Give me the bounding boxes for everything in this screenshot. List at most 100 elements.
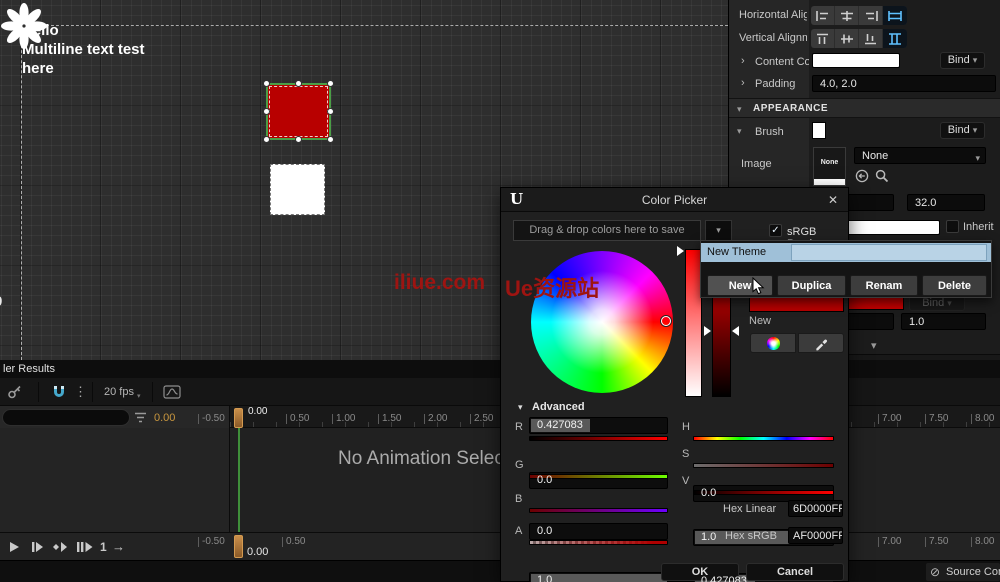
loop-once-icon[interactable]: 1 bbox=[100, 540, 107, 554]
jump-to-next-key-button[interactable] bbox=[52, 541, 68, 553]
tint-color-swatch[interactable] bbox=[837, 220, 940, 235]
wheel-selector-ring[interactable] bbox=[661, 316, 671, 326]
hex-linear-field[interactable]: 6D0000FF bbox=[788, 500, 843, 517]
padding-field[interactable]: 4.0, 2.0 bbox=[812, 75, 996, 92]
content-color-swatch[interactable] bbox=[812, 53, 900, 68]
white-image-widget[interactable] bbox=[270, 164, 325, 215]
advanced-expander-icon[interactable]: ▾ bbox=[518, 402, 523, 413]
curve-editor-icon[interactable] bbox=[163, 384, 181, 400]
b-slider[interactable]: 0.0 bbox=[529, 523, 668, 540]
text-line: here bbox=[22, 59, 145, 78]
brush-expander-icon[interactable]: ▾ bbox=[737, 126, 742, 137]
ruler-tick: 0.50 bbox=[286, 414, 309, 424]
image-size-y-field[interactable]: 32.0 bbox=[907, 194, 985, 211]
horizontal-alignment-label: Horizontal Alignm bbox=[739, 9, 807, 21]
theme-name-row[interactable]: New Theme bbox=[701, 243, 991, 262]
content-color-bind-button[interactable]: Bind ▾ bbox=[940, 52, 985, 69]
theme-name-edit-field[interactable] bbox=[791, 244, 987, 261]
r-slider[interactable]: 0.427083 bbox=[529, 417, 668, 434]
srgb-preview-checkbox[interactable]: ✓ bbox=[769, 224, 782, 237]
b-gradient-bar[interactable] bbox=[529, 508, 668, 513]
step-forward-button[interactable] bbox=[30, 541, 44, 553]
playhead-time-label: 0.00 bbox=[248, 406, 267, 417]
selection-handle[interactable] bbox=[263, 80, 270, 87]
fps-dropdown[interactable]: 20 fps bbox=[104, 386, 134, 398]
brush-swatch[interactable] bbox=[812, 122, 826, 139]
fps-caret-icon: ▾ bbox=[137, 392, 141, 400]
brush-label: Brush bbox=[755, 126, 809, 138]
theme-delete-button[interactable]: Delete bbox=[922, 275, 987, 296]
playhead-line[interactable] bbox=[238, 428, 240, 532]
selection-handle[interactable] bbox=[327, 108, 334, 115]
snap-magnet-icon[interactable] bbox=[51, 384, 67, 400]
use-selected-asset-icon[interactable] bbox=[855, 169, 869, 183]
section-chevron-icon[interactable]: ▾ bbox=[871, 339, 877, 352]
selection-handle[interactable] bbox=[263, 136, 270, 143]
playhead-marker[interactable] bbox=[234, 408, 243, 428]
r-gradient-bar[interactable] bbox=[529, 436, 668, 441]
track-search-input[interactable] bbox=[2, 409, 130, 426]
source-control-button[interactable]: ⊘ Source Con bbox=[926, 563, 1000, 581]
s-gradient-bar[interactable] bbox=[693, 463, 834, 468]
ruler-tick: 2.00 bbox=[424, 414, 447, 424]
selection-handle[interactable] bbox=[327, 80, 334, 87]
alpha-field[interactable]: 1.0 bbox=[901, 313, 986, 330]
valign-fill-button[interactable] bbox=[883, 29, 907, 48]
jump-to-end-button[interactable] bbox=[76, 541, 94, 553]
compiler-results-tab[interactable]: ler Results bbox=[3, 363, 55, 375]
selection-handle[interactable] bbox=[327, 136, 334, 143]
g-slider-label: G bbox=[515, 459, 524, 471]
play-button[interactable] bbox=[8, 541, 22, 553]
ruler-tick: 1.50 bbox=[378, 414, 401, 424]
s-slider[interactable]: 1.0 bbox=[693, 529, 834, 546]
halign-left-button[interactable] bbox=[811, 6, 835, 25]
theme-duplicate-button[interactable]: Duplica bbox=[777, 275, 846, 296]
selection-handle[interactable] bbox=[295, 136, 302, 143]
saturation-marker[interactable] bbox=[677, 246, 684, 256]
selection-handle[interactable] bbox=[263, 108, 270, 115]
valign-bottom-button[interactable] bbox=[859, 29, 883, 48]
value-marker-left[interactable] bbox=[704, 326, 711, 336]
image-thumbnail[interactable]: None bbox=[813, 147, 846, 186]
kebab-menu-icon[interactable]: ⋮ bbox=[74, 384, 87, 400]
v-slider[interactable]: 0.427083 bbox=[693, 573, 834, 582]
vertical-alignment-control bbox=[811, 29, 907, 48]
appearance-section-header[interactable]: ▾ APPEARANCE bbox=[729, 98, 1000, 118]
check-icon: ✓ bbox=[771, 225, 779, 236]
h-gradient-bar[interactable] bbox=[693, 436, 834, 441]
bottom-playhead-marker[interactable] bbox=[234, 535, 243, 558]
filter-icon[interactable] bbox=[134, 412, 147, 423]
value-marker-right[interactable] bbox=[732, 326, 739, 336]
valign-center-button[interactable] bbox=[835, 29, 859, 48]
halign-right-button[interactable] bbox=[859, 6, 883, 25]
valign-top-button[interactable] bbox=[811, 29, 835, 48]
halign-center-button[interactable] bbox=[835, 6, 859, 25]
halign-fill-button[interactable] bbox=[883, 6, 907, 25]
a-slider[interactable]: 1.0 bbox=[529, 572, 668, 582]
inherit-checkbox[interactable] bbox=[946, 220, 959, 233]
wheel-mode-button[interactable] bbox=[750, 333, 796, 353]
play-direction-arrow-icon[interactable]: → bbox=[112, 539, 125, 554]
current-time-display[interactable]: 0.00 bbox=[154, 412, 175, 424]
h-slider[interactable]: 0.0 bbox=[693, 485, 834, 502]
eyedropper-button[interactable] bbox=[798, 333, 844, 353]
theme-color-swatch[interactable] bbox=[749, 297, 844, 312]
browse-asset-icon[interactable] bbox=[875, 169, 889, 183]
theme-rename-button[interactable]: Renam bbox=[850, 275, 918, 296]
brush-bind-button[interactable]: Bind ▾ bbox=[940, 122, 985, 139]
selected-red-image-widget[interactable] bbox=[266, 83, 331, 140]
theme-drop-area[interactable]: Drag & drop colors here to save bbox=[513, 220, 701, 241]
chevron-down-icon: ▾ bbox=[716, 225, 721, 235]
a-gradient-bar[interactable] bbox=[529, 540, 668, 545]
g-slider[interactable]: 0.0 bbox=[529, 472, 668, 489]
dialog-title-bar[interactable]: U Color Picker ✕ bbox=[501, 188, 848, 212]
content-color-expander-icon[interactable]: › bbox=[741, 55, 745, 67]
chevron-down-icon: ▾ bbox=[973, 55, 978, 65]
selection-handle[interactable] bbox=[295, 80, 302, 87]
padding-expander-icon[interactable]: › bbox=[741, 77, 745, 89]
s-slider-label: S bbox=[682, 448, 689, 460]
keyframe-key-icon[interactable] bbox=[7, 384, 23, 400]
theme-menu-button[interactable]: ▾ bbox=[705, 220, 732, 241]
image-asset-dropdown[interactable]: None ▾ bbox=[854, 147, 986, 164]
close-icon[interactable]: ✕ bbox=[828, 193, 838, 207]
